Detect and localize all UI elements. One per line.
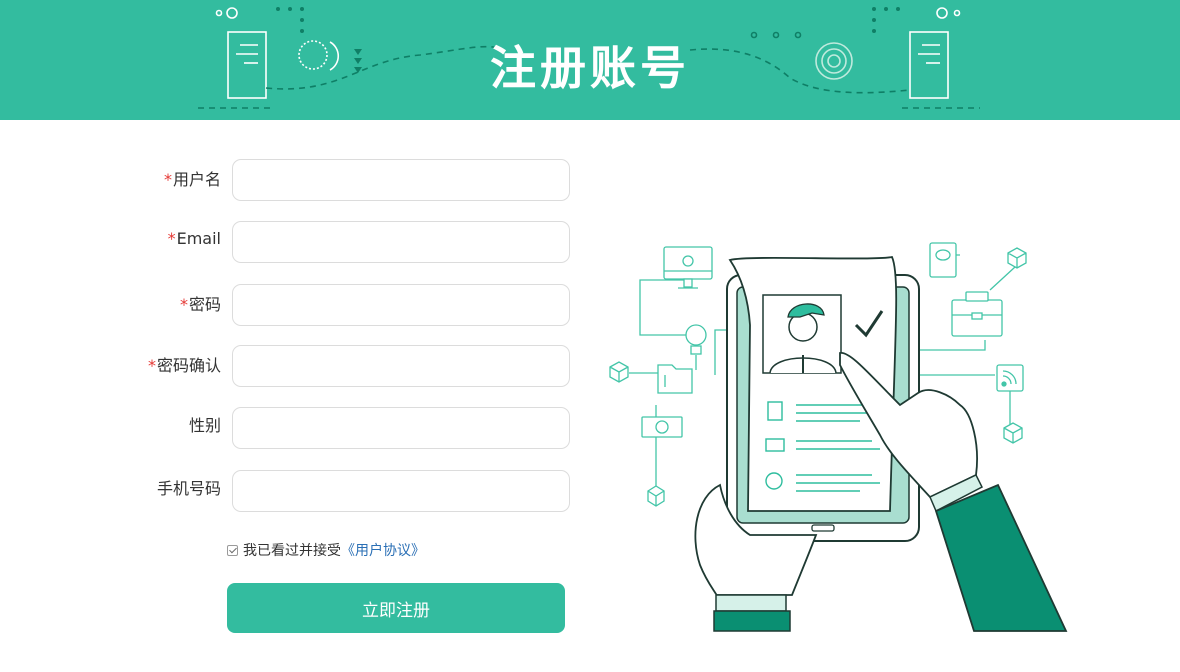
username-label: *用户名 (163, 170, 221, 189)
monitor-icon (663, 246, 713, 289)
illustration (609, 242, 1068, 632)
agreement-checkbox[interactable] (227, 544, 238, 556)
required-mark: * (163, 170, 172, 189)
gender-input[interactable] (232, 407, 570, 449)
rss-icon (996, 364, 1024, 392)
required-mark: * (167, 229, 176, 248)
lightbulb-icon (685, 324, 707, 355)
required-mark: * (179, 295, 188, 314)
email-label: *Email (167, 229, 221, 248)
password-confirm-input[interactable] (232, 345, 570, 387)
money-icon (641, 416, 683, 438)
email-input[interactable] (232, 221, 570, 263)
folder-icon (657, 364, 693, 394)
gender-label: 性别 (188, 416, 221, 435)
username-input[interactable] (232, 159, 570, 201)
briefcase-icon (951, 291, 1003, 337)
password-confirm-label: *密码确认 (147, 356, 221, 375)
password-label: *密码 (179, 295, 221, 314)
register-button[interactable]: 立即注册 (227, 583, 565, 633)
phone-input[interactable] (232, 470, 570, 512)
agreement-text: 我已看过并接受 (243, 543, 341, 559)
header-banner: 注册账号 (0, 0, 1180, 120)
required-mark: * (147, 356, 156, 375)
user-agreement-link[interactable]: 《用户协议》 (341, 540, 425, 560)
phone-label: 手机号码 (156, 479, 221, 498)
book-icon (929, 242, 957, 278)
page-title: 注册账号 (490, 41, 690, 95)
password-input[interactable] (232, 284, 570, 326)
agreement-row: 我已看过并接受 《用户协议》 (227, 540, 425, 560)
